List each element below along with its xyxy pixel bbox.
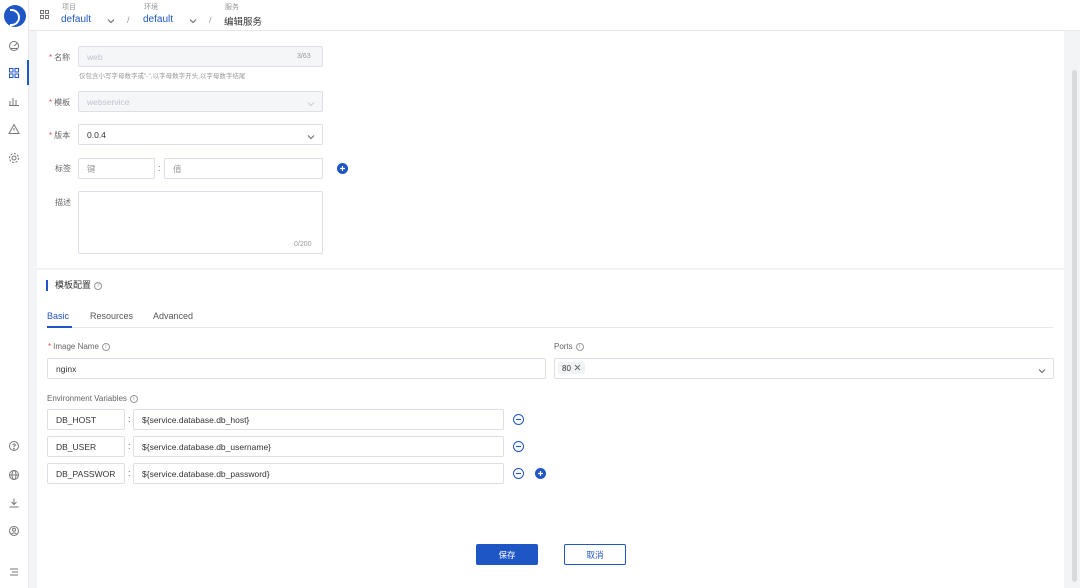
menu-collapse-icon[interactable] <box>8 566 20 578</box>
breadcrumb-env-caption: 环境 <box>144 4 158 11</box>
info-icon[interactable]: i <box>101 342 110 351</box>
name-hint: 仅包含小写字母数字或"-",以字母数字开头,以字母数字结尾 <box>79 73 246 80</box>
image-name-input[interactable]: nginx <box>47 358 546 379</box>
cancel-button[interactable]: 取消 <box>564 544 626 565</box>
tag-key-input[interactable]: 键 <box>78 158 155 179</box>
name-label: * 名称 <box>49 53 71 62</box>
chevron-down-icon <box>307 99 315 107</box>
globe-icon[interactable] <box>8 469 20 481</box>
chevron-down-icon[interactable] <box>1038 366 1046 374</box>
top-bar: 项目 default / 环境 default / 服务 编辑服务 <box>29 0 1080 31</box>
settings-icon[interactable] <box>8 152 20 164</box>
template-select[interactable]: webservice <box>78 91 323 112</box>
help-icon[interactable]: ? <box>94 281 103 290</box>
info-icon[interactable]: i <box>129 394 138 403</box>
breadcrumb-service-caption: 服务 <box>225 4 239 11</box>
template-config-title: 模板配置? <box>46 280 103 291</box>
tags-label: 标签 <box>55 164 71 173</box>
remove-env-button[interactable] <box>513 414 524 425</box>
chevron-down-icon[interactable] <box>107 16 115 24</box>
alert-icon[interactable] <box>8 123 20 135</box>
tag-value-input[interactable]: 值 <box>164 158 323 179</box>
breadcrumb-separator: / <box>127 15 130 25</box>
description-textarea[interactable] <box>78 191 323 254</box>
template-label: * 模板 <box>49 98 71 107</box>
env-value-input[interactable]: ${service.database.db_password} <box>133 463 504 484</box>
apps-icon[interactable] <box>8 67 20 79</box>
env-vars-label: Environment Variables i <box>47 394 138 403</box>
env-colon: : <box>128 441 131 451</box>
grid-icon[interactable] <box>40 10 49 19</box>
breadcrumb-separator: / <box>209 15 212 25</box>
tab-resources[interactable]: Resources <box>90 311 133 321</box>
version-label: * 版本 <box>49 131 71 140</box>
description-counter: 0/200 <box>294 241 312 248</box>
name-input[interactable]: web <box>78 46 323 67</box>
rail-active-indicator <box>27 60 29 85</box>
page-scrollbar[interactable] <box>1072 70 1077 582</box>
tab-active-indicator <box>47 326 72 328</box>
breadcrumb-env-select[interactable]: default <box>143 14 173 25</box>
description-label: 描述 <box>55 198 71 207</box>
side-rail <box>0 0 29 588</box>
version-select[interactable]: 0.0.4 <box>78 124 323 145</box>
env-key-input[interactable]: DB_USER <box>47 436 125 457</box>
env-key-input[interactable]: DB_HOST <box>47 409 125 430</box>
chart-icon[interactable] <box>8 95 20 107</box>
add-tag-button[interactable] <box>337 163 348 174</box>
env-value-input[interactable]: ${service.database.db_username} <box>133 436 504 457</box>
dashboard-icon[interactable] <box>8 40 20 52</box>
tab-basic[interactable]: Basic <box>47 311 69 321</box>
env-colon: : <box>128 468 131 478</box>
add-env-button[interactable] <box>535 468 546 479</box>
chevron-down-icon[interactable] <box>189 16 197 24</box>
user-icon[interactable] <box>8 525 20 537</box>
info-icon[interactable]: i <box>575 342 584 351</box>
close-icon[interactable] <box>574 364 581 373</box>
remove-env-button[interactable] <box>513 468 524 479</box>
tab-bar-line <box>47 327 1053 328</box>
image-name-label: * Image Name i <box>48 342 110 351</box>
help-icon[interactable] <box>8 440 20 452</box>
breadcrumb-project-caption: 项目 <box>62 4 76 11</box>
remove-env-button[interactable] <box>513 441 524 452</box>
ports-label: Ports i <box>554 342 584 351</box>
save-button[interactable]: 保存 <box>476 544 538 565</box>
env-colon: : <box>128 414 131 424</box>
section-divider <box>37 268 1064 270</box>
env-key-input[interactable]: DB_PASSWOR <box>47 463 125 484</box>
port-tag-label: 80 <box>562 363 571 373</box>
breadcrumb-current-page: 编辑服务 <box>224 17 263 28</box>
form-card <box>37 31 1064 588</box>
tab-advanced[interactable]: Advanced <box>153 311 193 321</box>
port-tag: 80 <box>558 362 585 374</box>
chevron-down-icon[interactable] <box>307 132 315 140</box>
name-counter: 3/63 <box>297 53 311 60</box>
tag-colon: : <box>158 163 161 173</box>
ports-select[interactable] <box>554 358 1054 379</box>
breadcrumb-project-select[interactable]: default <box>61 14 91 25</box>
env-value-input[interactable]: ${service.database.db_host} <box>133 409 504 430</box>
download-icon[interactable] <box>8 497 20 509</box>
app-logo[interactable] <box>4 5 26 27</box>
